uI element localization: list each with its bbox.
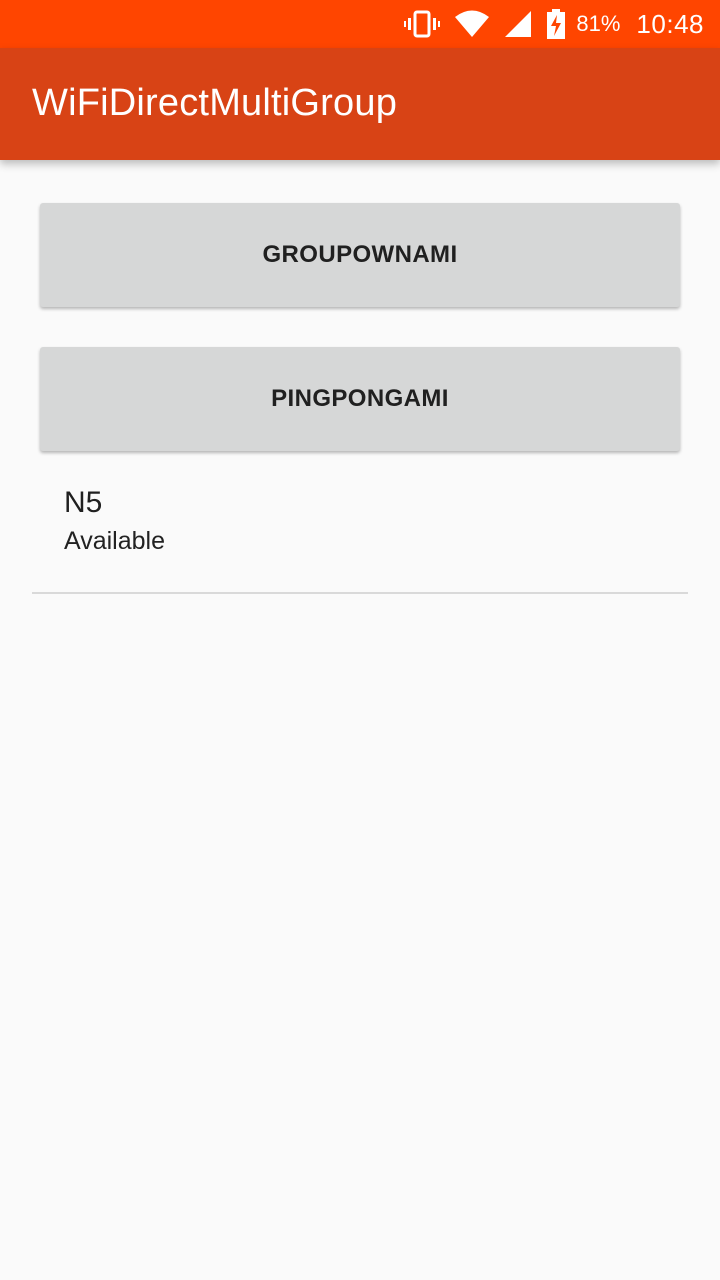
battery-percent: 81%	[576, 11, 621, 36]
wifi-icon	[454, 10, 490, 38]
app-bar: WiFiDirectMultiGroup	[0, 48, 720, 160]
clock: 10:48	[636, 8, 704, 39]
group-own-button[interactable]: GROUPOWNAMI	[40, 203, 680, 307]
device-list-item[interactable]: N5 Available	[32, 472, 688, 592]
list-divider	[32, 592, 688, 594]
device-name: N5	[64, 486, 103, 519]
status-bar: 81% 10:48	[0, 0, 720, 48]
vibrate-icon	[404, 10, 441, 38]
app-title: WiFiDirectMultiGroup	[32, 82, 398, 124]
battery-charging-icon	[546, 9, 566, 39]
cell-signal-icon	[504, 10, 532, 38]
ping-pong-button[interactable]: PINGPONGAMI	[40, 347, 680, 451]
status-icons: 81% 10:48	[404, 0, 704, 48]
device-status: Available	[64, 527, 166, 555]
